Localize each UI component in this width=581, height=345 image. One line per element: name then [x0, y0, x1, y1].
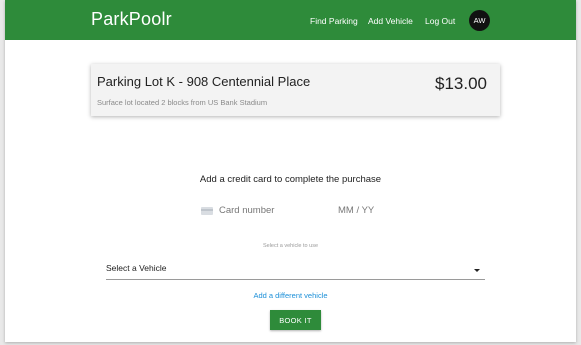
lot-title: Parking Lot K - 908 Centennial Place: [97, 74, 311, 89]
app-window: ParkPoolr Find Parking Add Vehicle Log O…: [5, 0, 576, 342]
credit-card-icon: [201, 207, 213, 215]
nav-add-vehicle[interactable]: Add Vehicle: [368, 16, 413, 26]
vehicle-select-value: Select a Vehicle: [106, 263, 167, 273]
card-expiry-field[interactable]: MM / YY: [338, 205, 374, 216]
chevron-down-icon: [474, 269, 480, 272]
avatar[interactable]: AW: [469, 10, 490, 31]
nav-log-out[interactable]: Log Out: [425, 16, 455, 26]
payment-prompt: Add a credit card to complete the purcha…: [199, 174, 382, 185]
lot-description: Surface lot located 2 blocks from US Ban…: [97, 98, 268, 107]
navbar: ParkPoolr Find Parking Add Vehicle Log O…: [5, 0, 576, 40]
book-button[interactable]: BOOK IT: [270, 310, 321, 330]
vehicle-select[interactable]: Select a Vehicle: [106, 258, 485, 280]
nav-find-parking[interactable]: Find Parking: [310, 16, 358, 26]
parking-lot-card: Parking Lot K - 908 Centennial Place Sur…: [91, 64, 500, 116]
brand-logo[interactable]: ParkPoolr: [91, 9, 172, 30]
card-number-field[interactable]: Card number: [219, 205, 274, 216]
vehicle-select-hint: Select a vehicle to use: [262, 243, 319, 249]
add-different-vehicle-link[interactable]: Add a different vehicle: [5, 291, 576, 300]
lot-price: $13.00: [435, 74, 487, 93]
